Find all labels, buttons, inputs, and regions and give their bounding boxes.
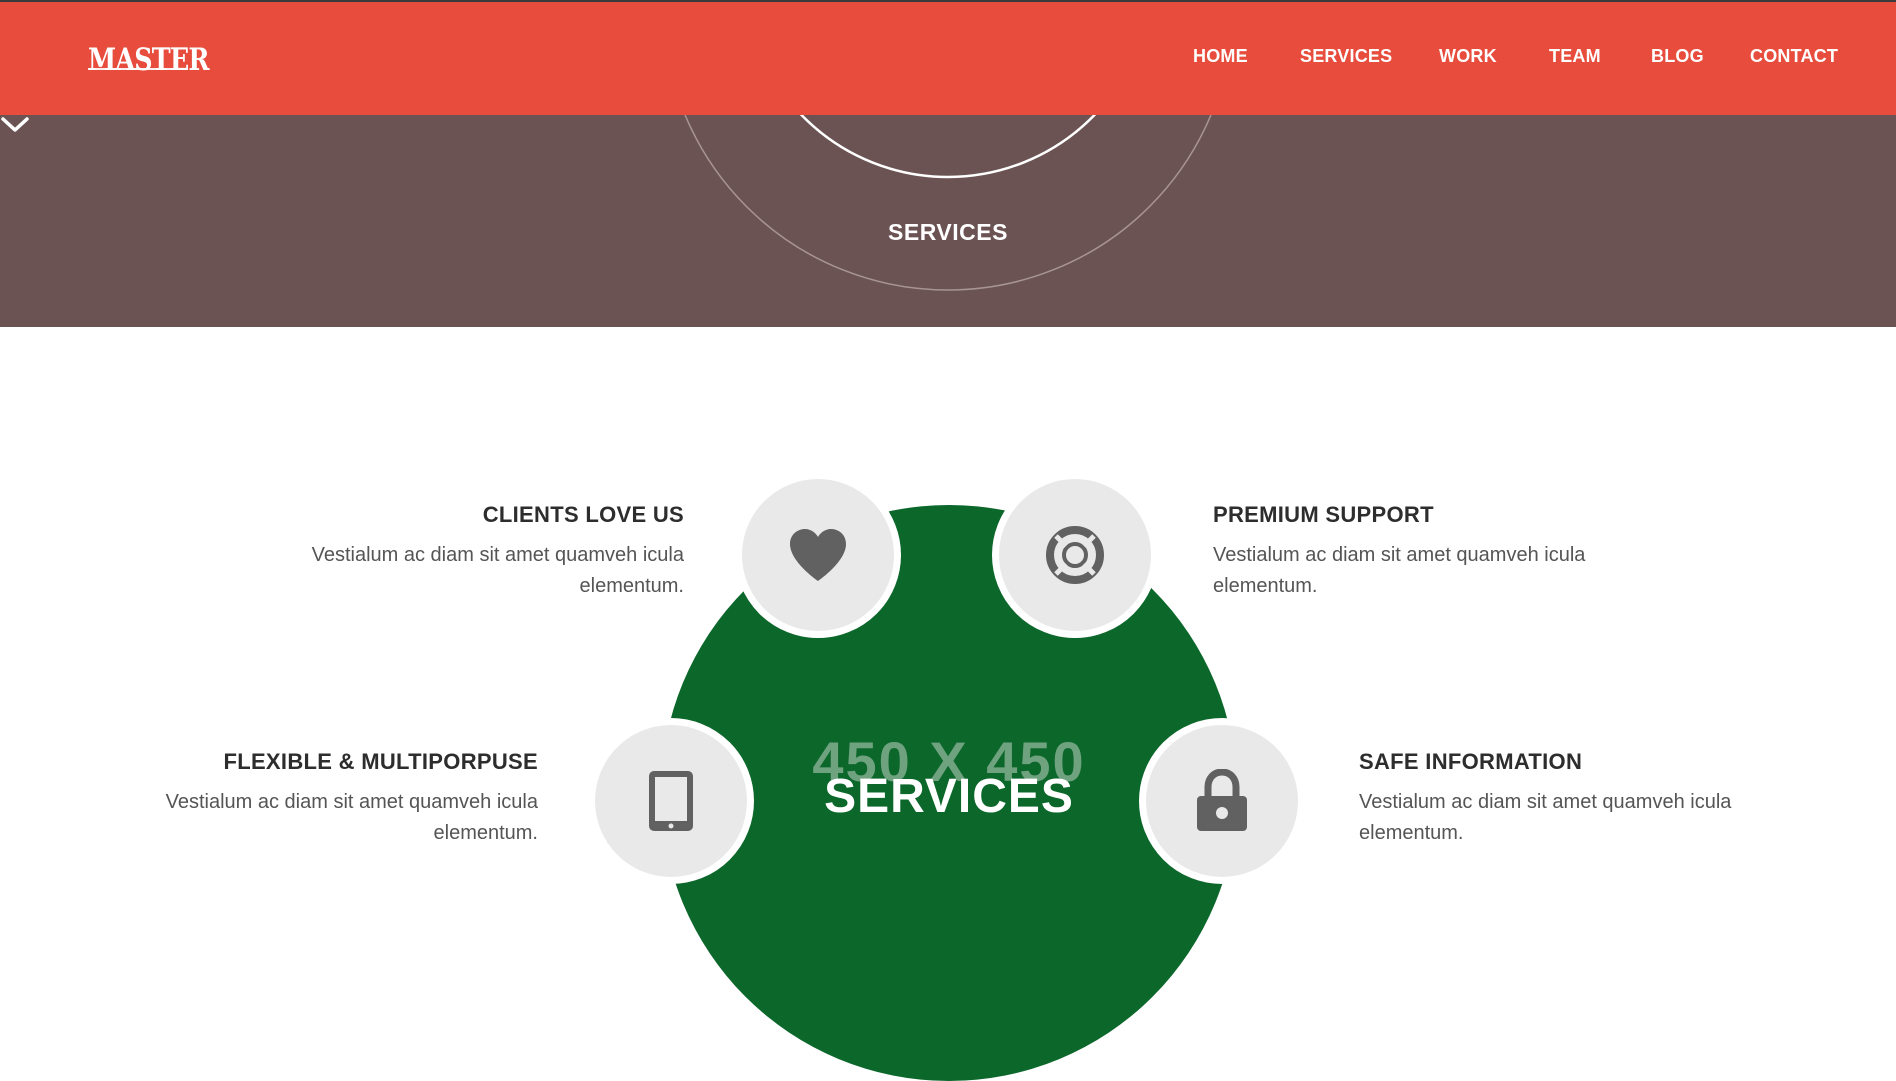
services-section: 450 X 450 SERVICES CLIENTS LOVE US Vesti… [0, 327, 1896, 1081]
nav-services[interactable]: SERVICES [1300, 46, 1392, 67]
nav-team[interactable]: TEAM [1549, 46, 1601, 67]
outer-ring [684, 115, 1212, 291]
main-nav: HOME SERVICES WORK TEAM BLOG CONTACT [0, 46, 1896, 76]
nav-work[interactable]: WORK [1439, 46, 1497, 67]
feature-description: Vestialum ac diam sit amet quamveh icula… [165, 791, 538, 844]
feature-description: Vestialum ac diam sit amet quamveh icula… [1213, 544, 1586, 597]
feature-title: FLEXIBLE & MULTIPORPUSE [223, 749, 538, 774]
nav-contact[interactable]: CONTACT [1750, 46, 1838, 67]
chevron-down-icon[interactable] [0, 115, 30, 135]
feature-icon-support[interactable] [992, 472, 1158, 638]
feature-icon-safe[interactable] [1139, 718, 1305, 884]
heart-icon [790, 529, 846, 581]
feature-title: SAFE INFORMATION [1359, 749, 1583, 774]
feature-support: PREMIUM SUPPORT Vestialum ac diam sit am… [1213, 502, 1633, 602]
inner-ring [799, 115, 1097, 179]
lock-icon [1197, 769, 1247, 831]
feature-description: Vestialum ac diam sit amet quamveh icula… [1359, 791, 1732, 844]
nav-home[interactable]: HOME [1193, 46, 1248, 67]
feature-title: PREMIUM SUPPORT [1213, 502, 1434, 527]
tablet-icon [649, 771, 693, 831]
feature-safe: SAFE INFORMATION Vestialum ac diam sit a… [1359, 749, 1779, 849]
nav-blog[interactable]: BLOG [1651, 46, 1704, 67]
feature-clients: CLIENTS LOVE US Vestialum ac diam sit am… [264, 502, 684, 602]
feature-title: CLIENTS LOVE US [482, 502, 684, 527]
lifebuoy-icon [1046, 526, 1104, 584]
hero-banner: SERVICES [0, 115, 1896, 327]
feature-icon-flexible[interactable] [588, 718, 754, 884]
hero-title: SERVICES [888, 219, 1008, 245]
feature-flexible: FLEXIBLE & MULTIPORPUSE Vestialum ac dia… [118, 749, 538, 849]
site-header: MASTER HOME SERVICES WORK TEAM BLOG CONT… [0, 2, 1896, 115]
feature-icon-clients[interactable] [735, 472, 901, 638]
feature-description: Vestialum ac diam sit amet quamveh icula… [311, 544, 684, 597]
